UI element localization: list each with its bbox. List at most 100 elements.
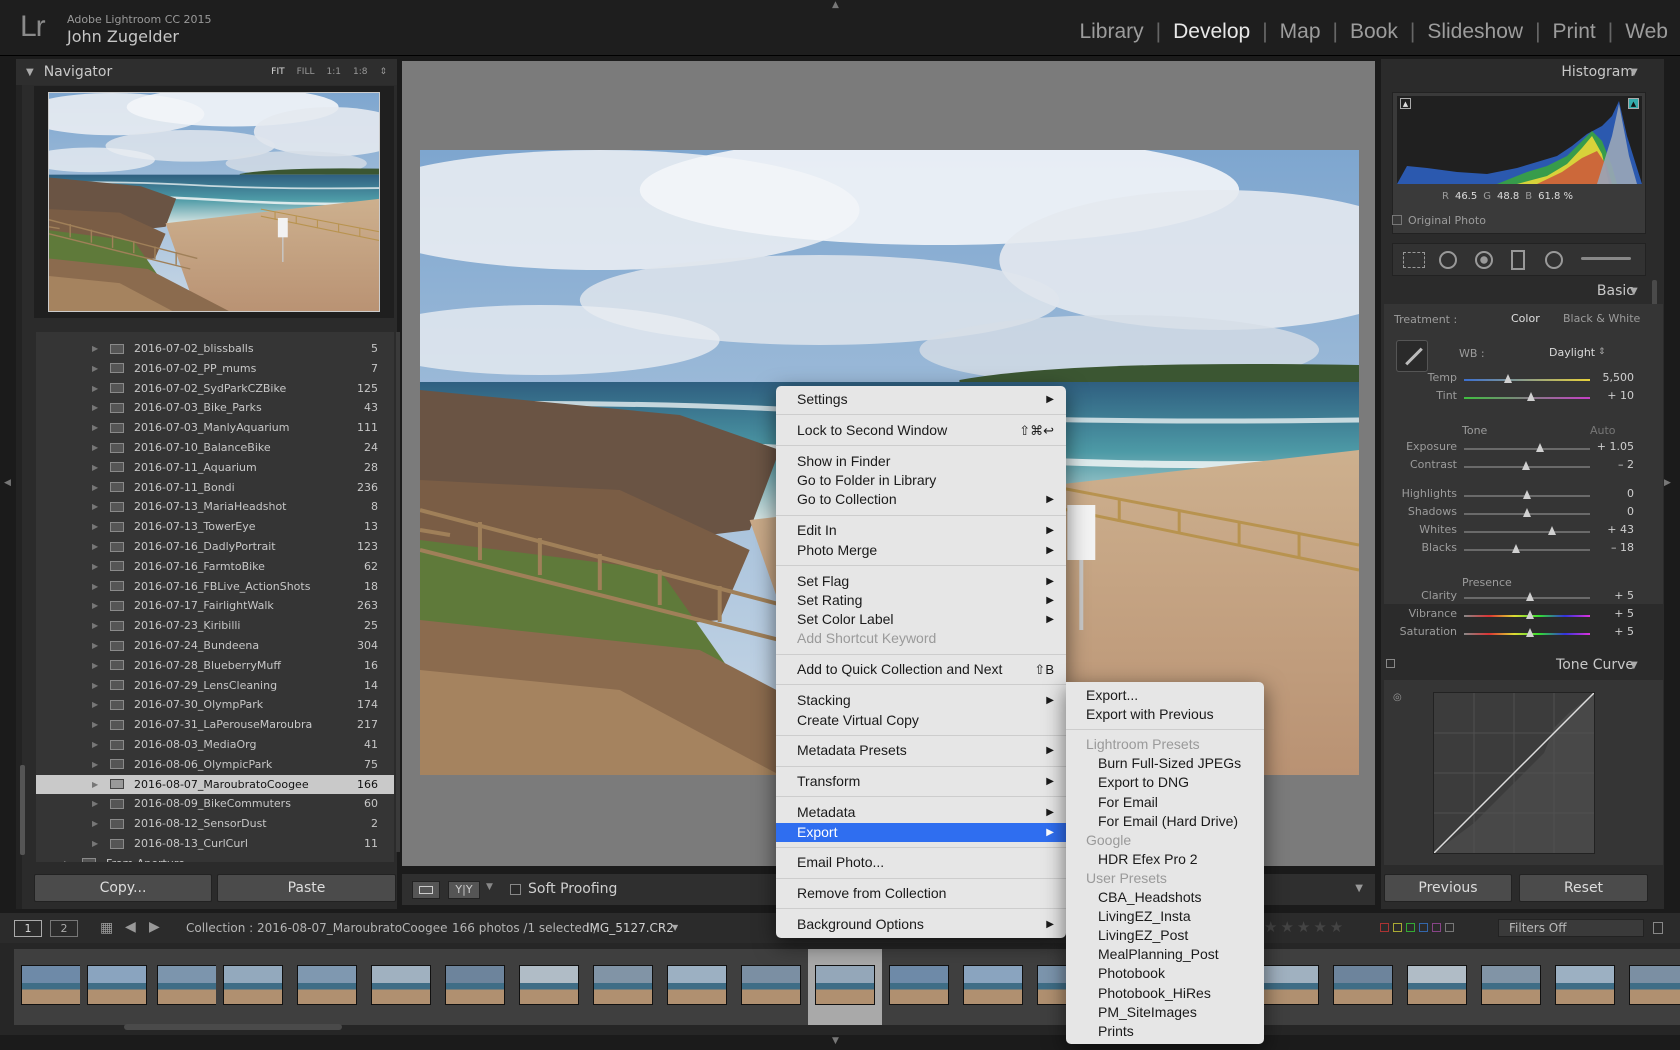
folder-row[interactable]: ▶ 2016-07-11_Aquarium 28 xyxy=(36,458,394,477)
filter-lock-icon[interactable] xyxy=(1653,922,1663,934)
export-submenu-item-export-with-previous[interactable]: Export with Previous xyxy=(1066,705,1264,724)
top-panel-toggle-icon[interactable]: ▲ xyxy=(832,0,839,10)
slider-value[interactable]: + 5 xyxy=(1614,625,1634,638)
expand-triangle-icon[interactable]: ▶ xyxy=(92,522,102,531)
filmstrip-thumbnail[interactable] xyxy=(150,949,224,1025)
graduated-filter-icon[interactable] xyxy=(1511,250,1525,270)
folder-row-from-aperture[interactable]: ▶ From Aperture xyxy=(36,854,394,862)
filmstrip-thumbnail[interactable] xyxy=(808,949,882,1025)
selected-file-name[interactable]: IMG_5127.CR2 xyxy=(586,921,674,935)
previous-button[interactable]: Previous xyxy=(1384,874,1512,902)
folder-row[interactable]: ▶ 2016-07-16_FBLive_ActionShots 18 xyxy=(36,577,394,596)
expand-triangle-icon[interactable]: ▶ xyxy=(92,641,102,650)
slider-track[interactable] xyxy=(1464,549,1590,551)
expand-triangle-icon[interactable]: ▶ xyxy=(92,700,102,709)
expand-triangle-icon[interactable]: ▶ xyxy=(92,839,102,848)
collapse-triangle-icon[interactable]: ▼ xyxy=(26,67,34,78)
right-panel-toggle-icon[interactable]: ▶ xyxy=(1664,478,1671,488)
folder-row[interactable]: ▶ 2016-07-17_FairlightWalk 263 xyxy=(36,596,394,615)
slider-knob[interactable] xyxy=(1526,392,1535,401)
expand-triangle-icon[interactable]: ▶ xyxy=(92,463,102,472)
export-submenu-item-export[interactable]: Export... xyxy=(1066,686,1264,705)
slider-knob[interactable] xyxy=(1504,374,1513,383)
filmstrip-thumbnail[interactable] xyxy=(512,949,586,1025)
paste-button[interactable]: Paste xyxy=(217,874,396,902)
folder-row[interactable]: ▶ 2016-07-03_Bike_Parks 43 xyxy=(36,398,394,417)
folder-row[interactable]: ▶ 2016-07-02_PP_mums 7 xyxy=(36,359,394,378)
soft-proofing-checkbox[interactable] xyxy=(510,884,521,895)
module-web[interactable]: Web xyxy=(1625,20,1668,44)
slider-knob[interactable] xyxy=(1525,592,1534,601)
folder-row[interactable]: ▶ 2016-07-23_Kiribilli 25 xyxy=(36,616,394,635)
filmstrip-thumbnail[interactable] xyxy=(1474,949,1548,1025)
back-arrow-icon[interactable]: ◀ xyxy=(125,919,136,935)
menu-item-set-color-label[interactable]: Set Color Label ▶ xyxy=(776,610,1066,629)
folder-row[interactable]: ▶ 2016-08-07_MaroubratoCoogee 166 xyxy=(36,774,394,794)
folder-row[interactable]: ▶ 2016-07-13_TowerEye 13 xyxy=(36,517,394,536)
menu-item-email-photo[interactable]: Email Photo... xyxy=(776,853,1066,872)
chevron-updown-icon[interactable]: ⇕ xyxy=(1598,347,1606,357)
filmstrip-thumbnail[interactable] xyxy=(1622,949,1680,1025)
menu-item-photo-merge[interactable]: Photo Merge ▶ xyxy=(776,541,1066,560)
menu-item-show-in-finder[interactable]: Show in Finder xyxy=(776,452,1066,471)
slider-value[interactable]: + 43 xyxy=(1607,523,1634,536)
treatment-black-white[interactable]: Black & White xyxy=(1563,312,1640,325)
module-develop[interactable]: Develop xyxy=(1173,20,1250,44)
folder-row[interactable]: ▶ 2016-07-13_MariaHeadshot 8 xyxy=(36,497,394,516)
folder-row[interactable]: ▶ 2016-07-16_FarmtoBike 62 xyxy=(36,557,394,576)
slider-knob[interactable] xyxy=(1548,526,1557,535)
zoom-fill[interactable]: FILL xyxy=(297,67,315,77)
slider-track[interactable] xyxy=(1464,379,1590,381)
module-slideshow[interactable]: Slideshow xyxy=(1427,20,1523,44)
export-submenu-item-burn-full-sized-jpegs[interactable]: Burn Full-Sized JPEGs xyxy=(1066,754,1264,773)
expand-triangle-icon[interactable]: ▶ xyxy=(92,799,102,808)
expand-triangle-icon[interactable]: ▶ xyxy=(92,819,102,828)
wb-select[interactable]: Daylight xyxy=(1549,346,1595,359)
export-submenu-item-for-email[interactable]: For Email xyxy=(1066,793,1264,812)
expand-triangle-icon[interactable]: ▶ xyxy=(92,720,102,729)
folder-row[interactable]: ▶ 2016-07-30_OlympPark 174 xyxy=(36,695,394,714)
crop-icon[interactable] xyxy=(1403,252,1425,268)
folder-row[interactable]: ▶ 2016-07-29_LensCleaning 14 xyxy=(36,676,394,695)
bottom-panel-toggle-icon[interactable]: ▼ xyxy=(832,1036,839,1046)
menu-item-add-to-quick-collection-and-next[interactable]: Add to Quick Collection and Next ⇧B xyxy=(776,660,1066,679)
chevron-down-icon[interactable]: ▼ xyxy=(672,923,678,932)
slider-value[interactable]: + 1.05 xyxy=(1597,440,1634,453)
expand-triangle-icon[interactable]: ▶ xyxy=(92,760,102,769)
zoom-1-8[interactable]: 1:8 xyxy=(353,67,367,77)
folder-row[interactable]: ▶ 2016-07-03_ManlyAquarium 111 xyxy=(36,418,394,437)
collapse-triangle-icon[interactable]: ▼ xyxy=(1630,286,1638,297)
slider-value[interactable]: – 18 xyxy=(1611,541,1634,554)
filmstrip-thumbnail[interactable] xyxy=(438,949,512,1025)
slider-knob[interactable] xyxy=(1523,508,1531,517)
menu-item-export[interactable]: Export ▶ xyxy=(776,822,1066,842)
expand-triangle-icon[interactable]: ▶ xyxy=(92,740,102,749)
menu-item-go-to-collection[interactable]: Go to Collection ▶ xyxy=(776,490,1066,509)
export-submenu-item-photobook-hires[interactable]: Photobook_HiRes xyxy=(1066,984,1264,1003)
slider-value[interactable]: + 5 xyxy=(1614,589,1634,602)
slider-knob[interactable] xyxy=(1525,628,1534,637)
folder-row[interactable]: ▶ 2016-08-09_BikeCommuters 60 xyxy=(36,794,394,813)
red-eye-icon[interactable] xyxy=(1475,251,1493,269)
export-submenu-item-hdr-efex-pro-2[interactable]: HDR Efex Pro 2 xyxy=(1066,850,1264,869)
filmstrip-thumbnail[interactable] xyxy=(1548,949,1622,1025)
filmstrip-scrollbar[interactable] xyxy=(124,1024,342,1030)
expand-triangle-icon[interactable]: ▶ xyxy=(92,443,102,452)
module-book[interactable]: Book xyxy=(1350,20,1398,44)
expand-triangle-icon[interactable]: ▶ xyxy=(92,364,102,373)
menu-item-stacking[interactable]: Stacking ▶ xyxy=(776,691,1066,710)
expand-triangle-icon[interactable]: ▶ xyxy=(92,423,102,432)
expand-triangle-icon[interactable]: ▶ xyxy=(92,780,102,789)
export-submenu-item-prints[interactable]: Prints xyxy=(1066,1022,1264,1041)
folder-row[interactable]: ▶ 2016-07-10_BalanceBike 24 xyxy=(36,438,394,457)
primary-display-button[interactable]: 1 xyxy=(14,920,42,937)
folder-row[interactable]: ▶ 2016-08-03_MediaOrg 41 xyxy=(36,735,394,754)
folder-row[interactable]: ▶ 2016-07-02_blissballs 5 xyxy=(36,339,394,358)
expand-triangle-icon[interactable]: ▶ xyxy=(92,661,102,670)
expand-triangle-icon[interactable]: ▶ xyxy=(92,403,102,412)
slider-value[interactable]: + 5 xyxy=(1614,607,1634,620)
spot-removal-icon[interactable] xyxy=(1439,251,1457,269)
navigator-header[interactable]: ▼ Navigator FIT FILL 1:1 1:8 ⇕ xyxy=(16,59,397,85)
collapse-triangle-icon[interactable]: ▼ xyxy=(1630,67,1638,78)
slider-value[interactable]: + 10 xyxy=(1607,389,1634,402)
